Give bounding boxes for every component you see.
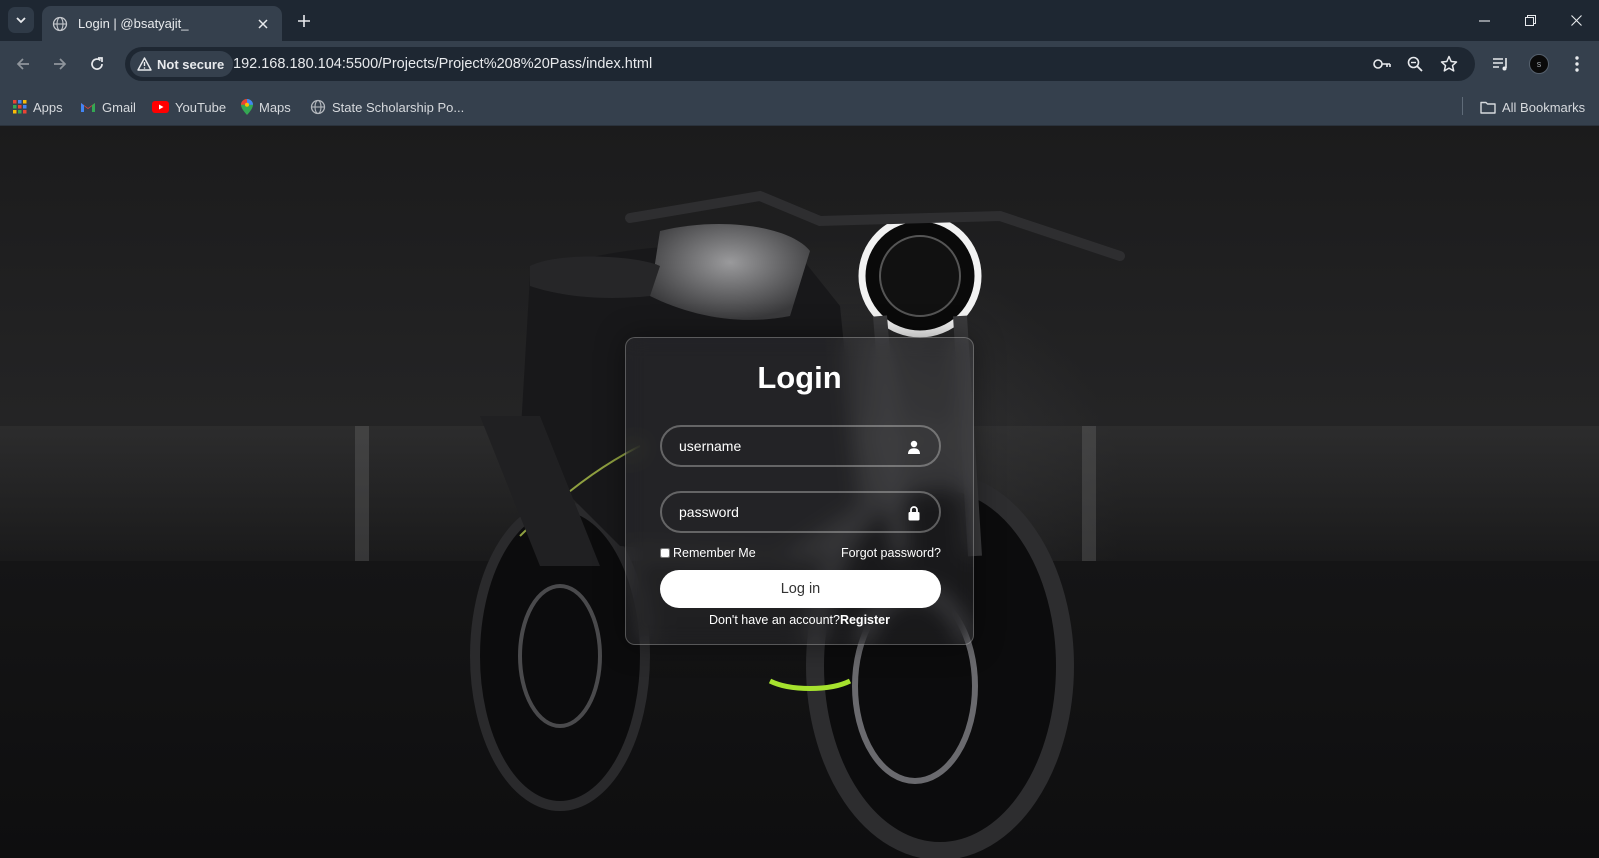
bookmark-label: Maps xyxy=(259,99,291,115)
page-viewport: Login Remember Me Forgot password? xyxy=(0,126,1599,858)
security-label: Not secure xyxy=(157,56,225,72)
login-title: Login xyxy=(757,360,842,395)
remember-me-checkbox[interactable] xyxy=(660,548,670,558)
bookmark-maps[interactable]: Maps xyxy=(241,96,291,118)
bookmark-label: State Scholarship Po... xyxy=(332,99,465,115)
password-key-icon[interactable] xyxy=(1372,54,1392,74)
plus-icon xyxy=(298,15,310,27)
lock-icon xyxy=(906,505,922,521)
arrow-left-icon xyxy=(16,58,29,70)
register-link[interactable]: Register xyxy=(840,613,890,627)
youtube-icon xyxy=(152,101,169,113)
register-row: Don't have an account?Register xyxy=(626,613,973,627)
apps-grid-icon xyxy=(13,100,27,114)
bookmark-gmail[interactable]: Gmail xyxy=(80,96,136,118)
bookmark-apps[interactable]: Apps xyxy=(13,96,63,118)
arrow-right-icon xyxy=(54,58,67,70)
tab-active[interactable]: Login | @bsatyajit_ xyxy=(42,6,282,41)
chevron-down-icon xyxy=(16,17,26,24)
tab-title: Login | @bsatyajit_ xyxy=(78,16,189,31)
close-icon[interactable] xyxy=(254,15,272,33)
minimize-icon xyxy=(1478,20,1490,22)
bookmark-label: Gmail xyxy=(102,99,136,115)
options-row: Remember Me Forgot password? xyxy=(660,544,941,562)
address-bar[interactable]: Not secure 192.168.180.104:5500/Projects… xyxy=(125,47,1475,81)
tab-search-button[interactable] xyxy=(8,7,34,33)
media-controls-button[interactable] xyxy=(1489,52,1513,76)
toolbar: Not secure 192.168.180.104:5500/Projects… xyxy=(0,41,1599,87)
browser-window: Login | @bsatyajit_ Not secure 192.168.1… xyxy=(0,0,1599,858)
login-button[interactable]: Log in xyxy=(660,570,941,608)
forgot-password-link[interactable]: Forgot password? xyxy=(841,546,941,560)
username-field-wrapper xyxy=(660,425,941,467)
menu-button[interactable] xyxy=(1565,52,1589,76)
remember-me-label: Remember Me xyxy=(673,546,756,560)
star-icon[interactable] xyxy=(1439,54,1459,74)
all-bookmarks-label: All Bookmarks xyxy=(1502,99,1586,115)
bookmarks-bar: Apps Gmail YouTube Maps State Scholarshi… xyxy=(0,87,1599,126)
username-input[interactable] xyxy=(662,427,939,465)
remember-me[interactable]: Remember Me xyxy=(660,546,756,560)
warning-icon xyxy=(137,57,152,71)
bookmark-state-scholarship[interactable]: State Scholarship Po... xyxy=(310,96,464,118)
gmail-icon xyxy=(81,103,95,112)
login-card: Login Remember Me Forgot password? xyxy=(625,337,974,645)
more-vertical-icon xyxy=(1575,56,1579,72)
close-icon xyxy=(1570,15,1582,26)
profile-button[interactable]: s xyxy=(1527,52,1551,76)
password-input[interactable] xyxy=(662,493,939,531)
globe-icon xyxy=(310,99,326,115)
url-text[interactable]: 192.168.180.104:5500/Projects/Project%20… xyxy=(233,56,652,72)
security-chip[interactable]: Not secure xyxy=(130,51,234,77)
register-prompt: Don't have an account? xyxy=(709,613,840,627)
bookmark-label: YouTube xyxy=(175,99,227,115)
bookmark-label: Apps xyxy=(33,99,63,115)
back-button[interactable] xyxy=(11,52,35,76)
reload-button[interactable] xyxy=(85,52,109,76)
close-window-button[interactable] xyxy=(1553,0,1599,41)
new-tab-button[interactable] xyxy=(292,9,316,33)
folder-icon xyxy=(1480,101,1496,114)
reload-icon xyxy=(91,57,103,70)
tab-strip: Login | @bsatyajit_ xyxy=(0,0,1599,41)
avatar: s xyxy=(1529,54,1549,74)
window-controls xyxy=(1461,0,1599,41)
maps-pin-icon xyxy=(241,99,253,115)
restore-button[interactable] xyxy=(1507,0,1553,41)
forward-button[interactable] xyxy=(48,52,72,76)
restore-icon xyxy=(1524,15,1536,26)
user-icon xyxy=(906,439,922,455)
playlist-icon xyxy=(1493,58,1507,71)
bookmark-youtube[interactable]: YouTube xyxy=(152,96,226,118)
minimize-button[interactable] xyxy=(1461,0,1507,41)
globe-icon xyxy=(52,16,68,32)
all-bookmarks-button[interactable]: All Bookmarks xyxy=(1480,96,1585,118)
zoom-icon[interactable] xyxy=(1405,54,1425,74)
bookmarks-divider xyxy=(1462,97,1463,115)
password-field-wrapper xyxy=(660,491,941,533)
